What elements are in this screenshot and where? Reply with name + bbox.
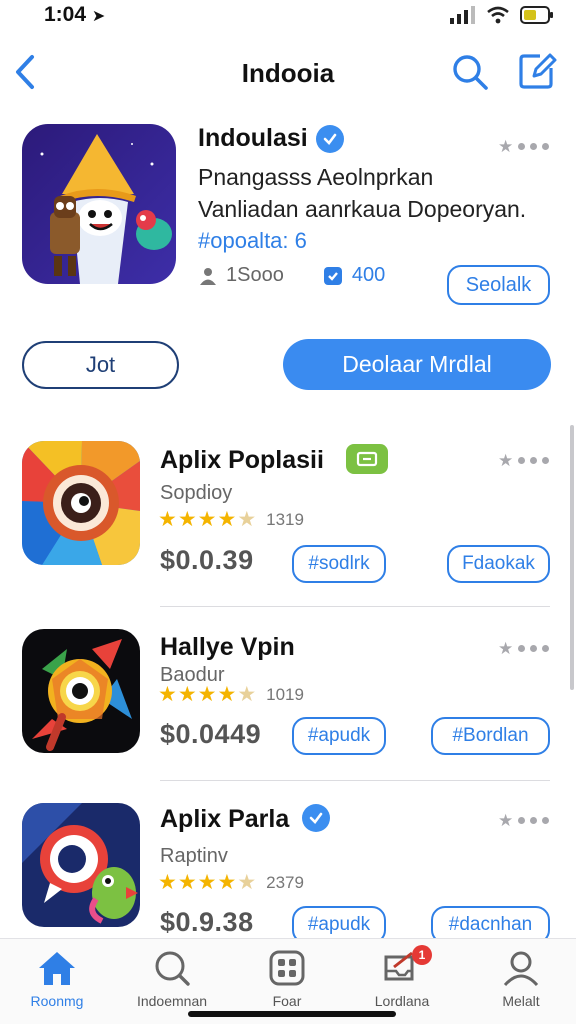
compose-icon [519,53,557,89]
download-button[interactable]: Deolaar Mrdlal [283,339,551,390]
tab-games[interactable]: Foar [237,949,337,1009]
app-icon-3[interactable] [22,803,140,927]
status-icons [450,6,554,24]
profile-icon [503,951,539,987]
verified-icon [315,124,344,153]
search-button[interactable] [450,52,490,92]
chat-bird-icon [22,803,140,927]
app-name-2[interactable]: Hallye Vpin [160,633,295,662]
home-indicator [188,1011,396,1017]
download-count-icon [323,266,342,285]
stat-users: 1Sooo [226,264,284,286]
app-subtitle-1: Sopdioy [160,482,233,504]
verified-icon [302,804,330,832]
featured-app-name[interactable]: Indoulasi [198,124,308,153]
search-icon [453,55,488,90]
compose-button[interactable] [516,50,558,92]
home-icon [39,952,75,985]
rating-count: 1319 [266,509,304,529]
rating-stars: ★ ★ ★ ★ ★ [158,871,257,894]
star-icon: ★ [498,451,514,470]
divider [160,606,550,607]
rating-stars: ★ ★ ★ ★ ★ [158,508,257,531]
app-rating-3: ★ ★ ★ ★ ★ 2379 [158,872,304,893]
featured-tag[interactable]: #opoalta: 6 [198,228,307,254]
notification-badge: 1 [412,945,432,965]
signal-icon [450,6,475,24]
wifi-icon [487,6,509,24]
app-rating-1: ★ ★ ★ ★ ★ 1319 [158,509,304,530]
tab-label: Roonmg [30,993,84,1009]
featured-app-icon[interactable] [22,124,176,284]
app-action-button-1b[interactable]: Fdaokak [447,545,550,583]
app-name-3[interactable]: Aplix Parla [160,805,289,834]
nav-bar: Indooia [0,44,576,100]
tab-profile[interactable]: Melalt [471,949,571,1009]
app-rating-2: ★ ★ ★ ★ ★ 1019 [158,684,304,705]
tab-label: Foar [272,993,302,1009]
featured-stats: 1Sooo 400 [198,264,385,287]
featured-description-line2: Vanliadan aanrkaua Dopeoryan. [198,196,527,222]
status-time: 1:04 ➤ [44,3,106,26]
badge-icon [356,451,378,467]
users-icon [200,267,216,285]
grid-icon [269,950,305,986]
app-more-button-2[interactable]: ★ [498,639,550,658]
featured-select-button[interactable]: Seolalk [447,265,550,305]
app-icon-1[interactable] [22,441,140,565]
app-name-1[interactable]: Aplix Poplasii [160,446,324,475]
app-more-button-1[interactable]: ★ [498,451,550,470]
featured-description-line1: Pnangasss Aeolnprkan [198,164,434,190]
app-price-2: $0.0449 [160,719,262,749]
eye-creature-icon [22,629,140,753]
rating-stars: ★ ★ ★ ★ ★ [158,683,257,706]
app-price-1: $0.0.39 [160,545,254,575]
tab-home[interactable]: Roonmg [7,949,107,1009]
featured-app-title-row: Indoulasi [198,124,344,153]
tab-search[interactable]: Indoemnan [122,949,222,1009]
app-action-button-1a[interactable]: #sodlrk [292,545,386,583]
star-icon: ★ [498,811,514,830]
status-bar: 1:04 ➤ [0,0,576,34]
app-price-3: $0.9.38 [160,907,254,937]
jot-button[interactable]: Jot [22,341,179,389]
battery-icon [520,6,553,24]
gear-eye-icon [22,441,140,565]
tab-label: Indoemnan [136,993,208,1009]
app-subtitle-3: Raptinv [160,845,228,867]
scrollbar[interactable] [570,425,574,690]
divider [160,780,550,781]
featured-more-button[interactable]: ★ [498,137,550,156]
app-icon-2[interactable] [22,629,140,753]
star-icon: ★ [498,137,514,156]
wizard-character-icon [22,124,176,284]
app-action-button-2a[interactable]: #apudk [292,717,386,755]
tab-inbox[interactable]: 1 Lordlana [352,945,452,1009]
rating-count: 1019 [266,684,304,704]
rating-count: 2379 [266,872,304,892]
tab-label: Melalt [502,993,540,1009]
app-more-button-3[interactable]: ★ [498,811,550,830]
stat-downloads: 400 [351,264,386,286]
app-action-button-2b[interactable]: #Bordlan [431,717,550,755]
star-icon: ★ [498,639,514,658]
tab-label: Lordlana [374,993,430,1009]
app-badge-1 [346,444,388,474]
search-icon [155,951,190,986]
